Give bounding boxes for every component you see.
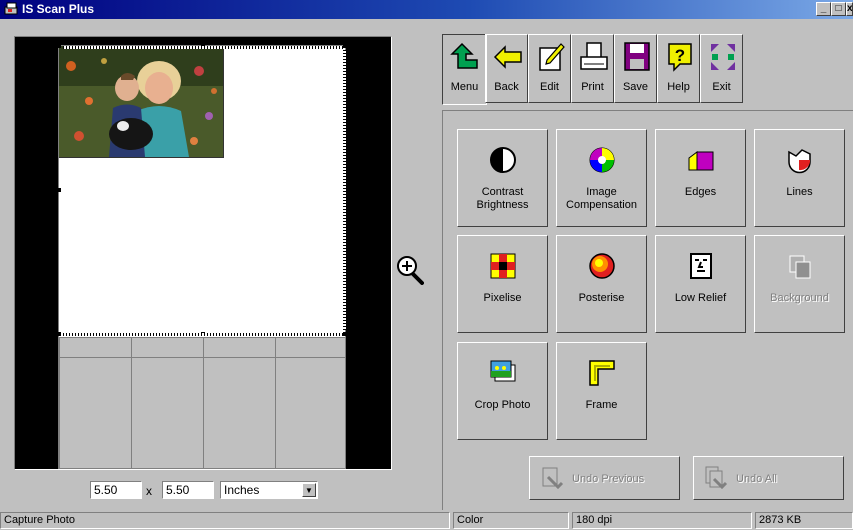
undo-all-icon xyxy=(705,466,728,490)
print-button[interactable]: Print xyxy=(571,34,614,103)
status-memory: 2873 KB xyxy=(755,512,853,529)
undo-all-label: Undo All xyxy=(736,473,777,485)
color-wheel-icon xyxy=(589,147,615,173)
undo-previous-label: Undo Previous xyxy=(572,473,645,485)
pixelise-button[interactable]: Pixelise xyxy=(457,235,548,333)
exit-icon xyxy=(711,44,735,70)
floppy-disk-icon xyxy=(624,42,650,71)
pixelise-label: Pixelise xyxy=(483,292,522,304)
back-label: Back xyxy=(494,81,519,93)
zoom-in-icon[interactable] xyxy=(396,255,424,285)
edit-button[interactable]: Edit xyxy=(528,34,571,103)
dropdown-arrow-icon[interactable]: ▼ xyxy=(302,483,316,497)
status-color-mode: Color xyxy=(453,512,569,529)
resize-handle-bottom-right[interactable] xyxy=(343,332,347,336)
low-relief-button[interactable]: Low Relief xyxy=(655,235,746,333)
frame-button[interactable]: Frame xyxy=(556,342,647,440)
background-label: Background xyxy=(770,292,829,304)
edit-icon xyxy=(539,43,565,71)
undo-previous-button: Undo Previous xyxy=(529,456,680,500)
edges-label: Edges xyxy=(684,186,717,198)
minimize-button[interactable]: _ xyxy=(816,2,831,16)
status-message: Capture Photo xyxy=(0,512,450,529)
help-icon: ? xyxy=(668,43,692,72)
image-compensation-label: Image Compensation xyxy=(566,186,637,211)
menu-label: Menu xyxy=(450,81,479,93)
exit-button[interactable]: Exit xyxy=(700,34,743,103)
close-button[interactable]: x xyxy=(846,2,853,16)
posterise-icon xyxy=(589,253,615,279)
layout-grid xyxy=(59,337,346,468)
selection-border-bottom xyxy=(63,333,343,336)
resize-handle-top-left[interactable] xyxy=(57,44,61,48)
lines-button[interactable]: Lines xyxy=(754,129,845,227)
posterise-label: Posterise xyxy=(578,292,625,304)
selection-border-top xyxy=(63,46,343,49)
save-button[interactable]: Save xyxy=(614,34,657,103)
svg-text:?: ? xyxy=(675,46,685,65)
background-button: Background xyxy=(754,235,845,333)
undo-previous-icon xyxy=(542,467,564,490)
resize-handle-bottom-left[interactable] xyxy=(57,332,61,336)
contrast-brightness-label: Contrast Brightness xyxy=(476,186,529,211)
exit-label: Exit xyxy=(712,81,731,93)
title-bar[interactable]: IS Scan Plus _ □ x xyxy=(0,0,853,19)
pixel-grid-icon xyxy=(490,253,516,279)
save-label: Save xyxy=(622,81,649,93)
maximize-button[interactable]: □ xyxy=(831,2,846,16)
edit-label: Edit xyxy=(540,81,559,93)
posterise-button[interactable]: Posterise xyxy=(556,235,647,333)
background-icon xyxy=(789,255,811,279)
lines-label: Lines xyxy=(786,186,813,198)
crop-photo-button[interactable]: Crop Photo xyxy=(457,342,548,440)
width-input[interactable]: 5.50 xyxy=(90,481,142,499)
print-page[interactable] xyxy=(57,44,347,469)
frame-icon xyxy=(589,360,615,386)
back-button[interactable]: Back xyxy=(485,34,528,103)
edges-button[interactable]: Edges xyxy=(655,129,746,227)
size-separator: x xyxy=(146,484,152,498)
height-input[interactable]: 5.50 xyxy=(162,481,214,499)
edges-icon xyxy=(688,151,714,171)
selection-border-right xyxy=(343,50,346,330)
lines-icon xyxy=(788,149,811,174)
print-label: Print xyxy=(581,81,604,93)
resize-handle-left[interactable] xyxy=(57,188,61,192)
window-title: IS Scan Plus xyxy=(22,2,95,16)
crop-photo-icon xyxy=(490,360,516,382)
printer-icon xyxy=(580,42,608,70)
menu-button[interactable]: Menu xyxy=(442,34,487,105)
back-arrow-icon xyxy=(493,45,522,69)
half-circle-icon xyxy=(490,147,516,173)
function-panel: Contrast Brightness Image Compensation E… xyxy=(442,110,853,510)
help-button[interactable]: ? Help xyxy=(657,34,700,103)
frame-label: Frame xyxy=(585,399,618,411)
status-resolution: 180 dpi xyxy=(572,512,752,529)
resize-handle-top-right[interactable] xyxy=(343,44,347,48)
photo-thumbnail[interactable] xyxy=(59,46,224,158)
undo-all-button: Undo All xyxy=(693,456,844,500)
crop-photo-label: Crop Photo xyxy=(474,399,531,411)
low-relief-label: Low Relief xyxy=(674,292,727,304)
contrast-brightness-button[interactable]: Contrast Brightness xyxy=(457,129,548,227)
toolbar: Menu Back Edit Print Save ? Help Exit xyxy=(442,34,853,105)
relief-face-icon xyxy=(690,253,712,279)
units-value: Inches xyxy=(224,483,260,497)
image-compensation-button[interactable]: Image Compensation xyxy=(556,129,647,227)
units-select[interactable]: Inches ▼ xyxy=(220,481,318,499)
menu-arrow-icon xyxy=(450,42,478,69)
help-label: Help xyxy=(667,81,690,93)
app-icon xyxy=(4,2,18,15)
